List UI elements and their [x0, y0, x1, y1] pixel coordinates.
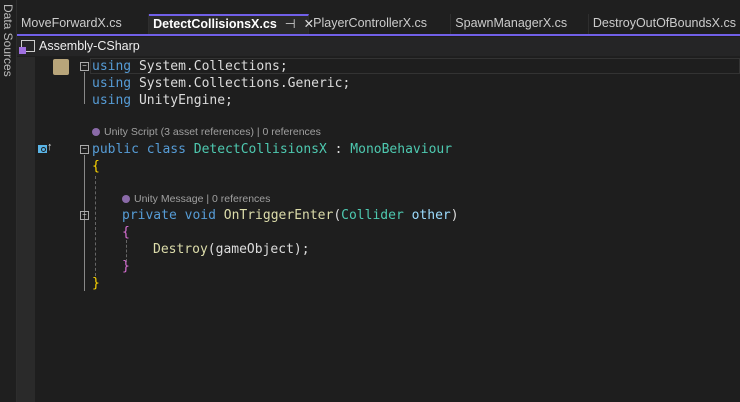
- class-marker-icon[interactable]: [38, 145, 47, 153]
- up-arrow-icon: ↑: [47, 141, 53, 153]
- lightbulb-icon[interactable]: [53, 59, 69, 75]
- code-line-1: using System.Collections;: [92, 59, 288, 74]
- tab-moveforwardx[interactable]: MoveForwardX.cs: [17, 14, 150, 34]
- tab-spawnmanagerx[interactable]: SpawnManagerX.cs: [451, 14, 589, 34]
- tab-label: MoveForwardX.cs: [21, 16, 122, 30]
- data-sources-label: Data Sources: [1, 4, 15, 77]
- code-line-2: using System.Collections.Generic;: [92, 76, 351, 91]
- editor-gutter: [17, 57, 35, 402]
- code-line-4: public class DetectCollisionsX : MonoBeh…: [92, 142, 453, 157]
- document-tabs: MoveForwardX.cs DetectCollisionsX.cs ⊣ ✕ P…: [17, 14, 740, 34]
- code-line-3: using UnityEngine;: [92, 93, 233, 108]
- codelens-class[interactable]: Unity Script (3 asset references) | 0 re…: [92, 125, 321, 139]
- tab-label: PlayerControllerX.cs: [313, 16, 428, 30]
- tab-accent-line: [17, 34, 740, 36]
- code-line-10: }: [92, 276, 100, 291]
- fold-toggle-class[interactable]: −: [80, 145, 89, 154]
- tab-label: SpawnManagerX.cs: [455, 16, 568, 30]
- tab-playercontrollerx[interactable]: PlayerControllerX.cs: [309, 14, 452, 34]
- fold-toggle-method[interactable]: −: [80, 211, 89, 220]
- code-line-8: Destroy(gameObject);: [153, 242, 310, 257]
- tab-destroyoutofboundsx[interactable]: DestroyOutOfBoundsX.cs: [589, 14, 740, 34]
- code-line-7: {: [122, 225, 130, 240]
- code-line-9: }: [122, 259, 130, 274]
- project-label: Assembly-CSharp: [39, 39, 140, 53]
- fold-line: [84, 155, 85, 291]
- project-dropdown[interactable]: Assembly-CSharp: [17, 37, 740, 56]
- code-line-6: private void OnTriggerEnter(Collider oth…: [122, 208, 459, 223]
- project-icon: [19, 40, 35, 54]
- codelens-method[interactable]: Unity Message | 0 references: [122, 192, 270, 206]
- pin-icon[interactable]: ⊣: [285, 17, 296, 31]
- tab-label: DetectCollisionsX.cs: [153, 17, 277, 31]
- fold-line: [84, 72, 85, 104]
- tab-label: DestroyOutOfBoundsX.cs: [592, 16, 736, 30]
- data-sources-panel-tab[interactable]: Data Sources: [0, 0, 17, 402]
- code-line-5: {: [92, 159, 100, 174]
- tab-detectcollisionsx[interactable]: DetectCollisionsX.cs ⊣ ✕: [149, 14, 314, 34]
- indent-guide: [95, 176, 96, 276]
- fold-toggle-usings[interactable]: −: [80, 62, 89, 71]
